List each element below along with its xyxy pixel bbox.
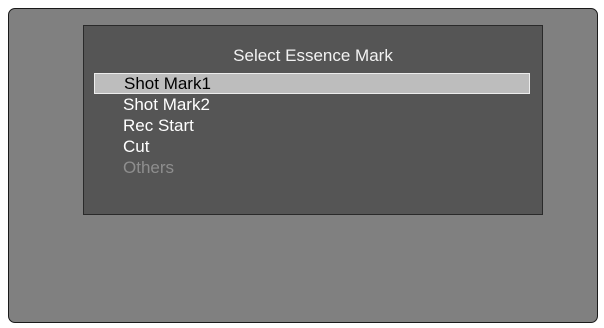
menu-item-cut[interactable]: Cut xyxy=(94,136,530,157)
menu-item-rec-start[interactable]: Rec Start xyxy=(94,115,530,136)
menu-title: Select Essence Mark xyxy=(233,46,393,65)
menu-item-shot-mark2[interactable]: Shot Mark2 xyxy=(94,94,530,115)
essence-mark-menu: Select Essence Mark Shot Mark1 Shot Mark… xyxy=(83,25,543,215)
menu-item-shot-mark1[interactable]: Shot Mark1 xyxy=(94,73,530,94)
camera-viewfinder-screen: Select Essence Mark Shot Mark1 Shot Mark… xyxy=(8,8,598,323)
menu-list: Shot Mark1 Shot Mark2 Rec Start Cut Othe… xyxy=(94,73,530,178)
menu-item-others: Others xyxy=(123,158,175,177)
